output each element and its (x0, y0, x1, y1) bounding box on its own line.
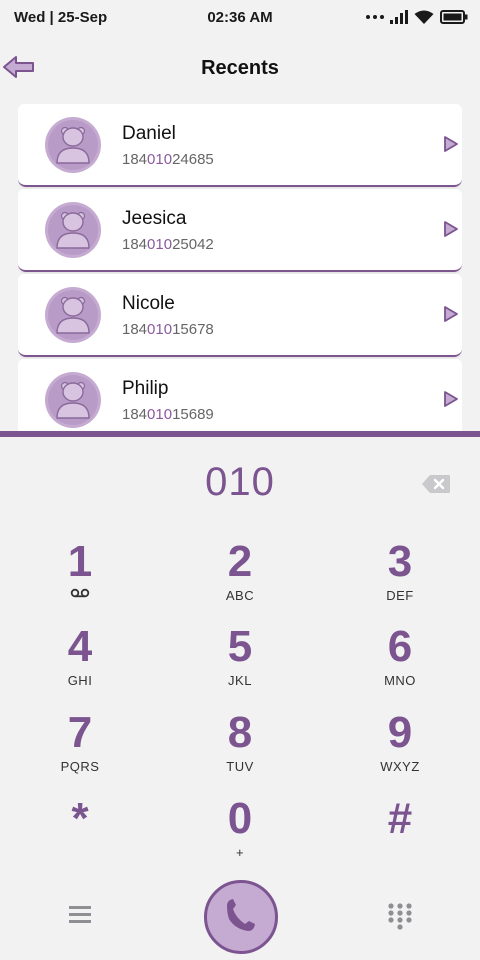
contact-name: Daniel (122, 123, 176, 144)
key-digit: 9 (387, 708, 413, 757)
key-5[interactable]: 5 JKL (180, 625, 300, 699)
key-4[interactable]: 4 GHI (20, 625, 140, 699)
recents-list[interactable]: Daniel 18401024685 Jeesica 18401025042 N… (18, 104, 462, 432)
key-digit: 5 (227, 622, 253, 671)
key-star[interactable]: * (20, 797, 140, 871)
key-7[interactable]: 7 PQRS (20, 711, 140, 785)
contact-number: 18401024685 (122, 151, 214, 168)
menu-icon (69, 906, 91, 923)
menu-button[interactable] (66, 904, 94, 926)
dots-icon (366, 15, 384, 19)
key-digit: 0 (227, 794, 253, 843)
phone-icon (227, 899, 255, 931)
key-digit: 4 (67, 622, 93, 671)
key-letters: JKL (228, 673, 252, 688)
key-letters: WXYZ (380, 759, 420, 774)
status-bar: Wed | 25-Sep 02:36 AM (0, 0, 480, 34)
key-2[interactable]: 2 ABC (180, 540, 300, 614)
key-letters: GHI (67, 673, 93, 688)
page-title: Recents (201, 57, 279, 79)
contact-number: 18401015678 (122, 321, 214, 338)
chevron-right-icon[interactable] (442, 134, 460, 154)
chevron-right-icon[interactable] (442, 389, 460, 409)
recent-item[interactable]: Daniel 18401024685 (18, 104, 462, 187)
avatar-icon (45, 202, 101, 258)
key-letters: ABC (225, 588, 255, 603)
chevron-right-icon[interactable] (442, 304, 460, 324)
header: Recents (0, 42, 480, 94)
key-1[interactable]: 1 (20, 540, 140, 614)
avatar-icon (45, 372, 101, 428)
backspace-button[interactable] (420, 473, 452, 495)
dialpad-button[interactable] (386, 902, 414, 932)
avatar-icon (45, 117, 101, 173)
signal-icon (390, 10, 408, 24)
key-3[interactable]: 3 DEF (340, 540, 460, 614)
key-letters: DEF (386, 588, 414, 603)
contact-number: 18401015689 (122, 406, 214, 423)
key-0[interactable]: 0 + (180, 797, 300, 871)
recent-item[interactable]: Jeesica 18401025042 (18, 189, 462, 272)
voicemail-icon (70, 588, 90, 598)
key-8[interactable]: 8 TUV (180, 711, 300, 785)
key-digit: 6 (387, 622, 413, 671)
call-button[interactable] (204, 880, 278, 954)
key-digit: # (387, 794, 413, 843)
contact-name: Nicole (122, 293, 175, 314)
key-hash[interactable]: # (340, 797, 460, 871)
avatar-icon (45, 287, 101, 343)
key-letters: MNO (384, 673, 416, 688)
key-digit: 2 (227, 537, 253, 586)
key-digit: 3 (387, 537, 413, 586)
key-digit: * (71, 794, 89, 843)
contact-number: 18401025042 (122, 236, 214, 253)
chevron-right-icon[interactable] (442, 219, 460, 239)
recent-item[interactable]: Philip 18401015689 (18, 359, 462, 432)
battery-icon (440, 10, 468, 24)
key-digit: 7 (67, 708, 93, 757)
key-6[interactable]: 6 MNO (340, 625, 460, 699)
bottom-bar (0, 870, 480, 960)
key-letters: TUV (226, 759, 254, 774)
wifi-icon (414, 10, 434, 24)
key-digit: 8 (227, 708, 253, 757)
key-letters: PQRS (60, 759, 100, 774)
divider (0, 431, 480, 437)
key-9[interactable]: 9 WXYZ (340, 711, 460, 785)
recent-item[interactable]: Nicole 18401015678 (18, 274, 462, 357)
contact-name: Philip (122, 378, 169, 399)
key-letters: + (235, 845, 245, 860)
contact-name: Jeesica (122, 208, 187, 229)
backspace-icon (422, 475, 450, 493)
dialed-number-display[interactable]: 010 (0, 460, 480, 512)
dialpad-icon (388, 903, 412, 930)
status-icons (366, 8, 468, 26)
key-digit: 1 (67, 537, 93, 586)
